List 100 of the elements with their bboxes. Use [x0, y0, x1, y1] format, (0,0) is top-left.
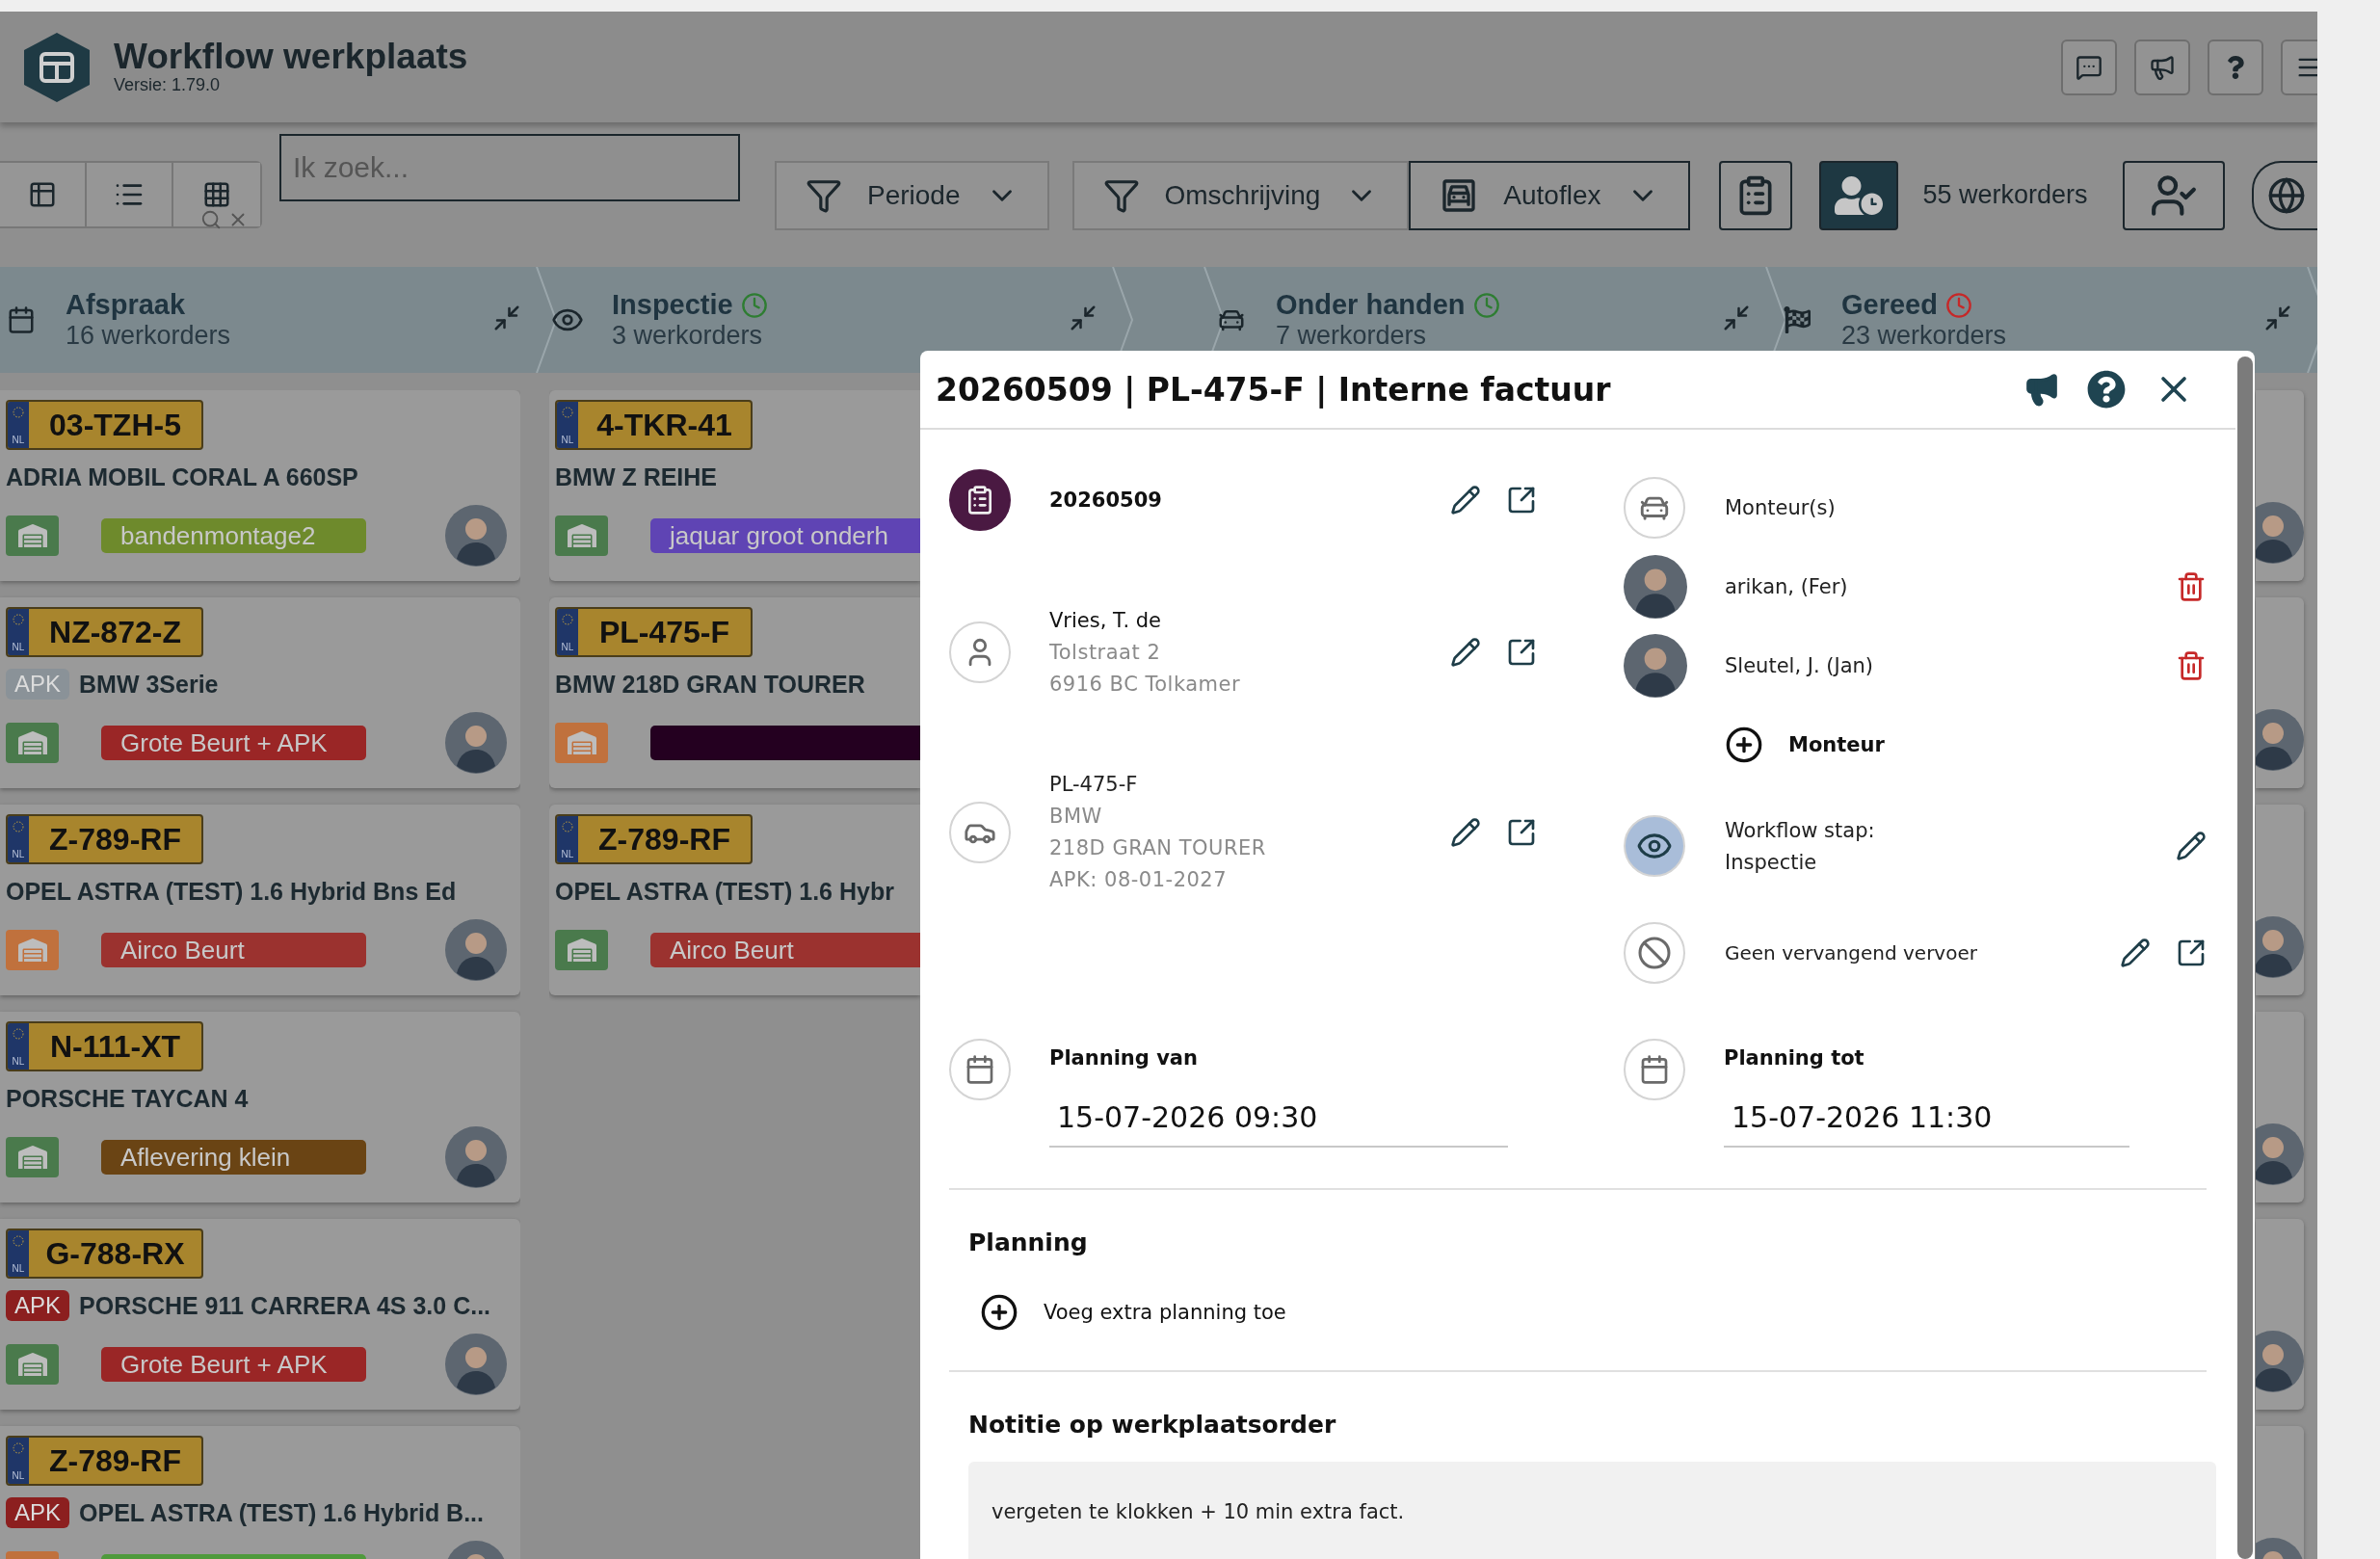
job-tag: Grote Beurt + APK [101, 1347, 366, 1382]
user-clock-button[interactable] [1818, 161, 1898, 230]
planning-label: Planning tot [1724, 1046, 1865, 1070]
workorder-card[interactable] [2256, 597, 2304, 788]
vehicle-model: OPEL ASTRA (TEST) 1.6 Hybrid Bns Ed [6, 877, 457, 906]
list-view-button[interactable] [87, 163, 173, 226]
delete-icon[interactable] [2176, 650, 2207, 681]
vehicle-model: BMW Z REIHE [555, 462, 718, 491]
board-view-button[interactable] [0, 163, 87, 226]
chat-button[interactable] [2061, 39, 2117, 95]
plate-number: Z-789-RF [48, 1442, 182, 1480]
workorder-card[interactable]: NL Z-789-RF OPEL ASTRA (TEST) 1.6 Hybr Airco Beurt [549, 805, 920, 995]
filter-icon [806, 177, 842, 214]
collapse-icon[interactable] [2263, 304, 2292, 332]
country-code: NL [561, 642, 574, 652]
grid-view-button[interactable] [173, 163, 260, 226]
apk-badge: APK [6, 669, 70, 700]
filter-dropdown[interactable]: Omschrijving [1071, 161, 1410, 230]
delete-icon[interactable] [2176, 571, 2207, 602]
grid-icon [202, 180, 231, 209]
apk-badge: APK [6, 1290, 70, 1321]
job-tag: Aflevering klein [101, 1140, 366, 1175]
open-external-icon[interactable] [1506, 485, 1537, 515]
help-button[interactable] [2208, 39, 2263, 95]
scrollbar[interactable] [2237, 357, 2253, 1559]
column-title: Inspectie [612, 289, 733, 321]
workorder-card[interactable]: NL G-788-RX APK PORSCHE 911 CARRERA 4S 3.0 C... Grote Beurt + APK [0, 1219, 520, 1410]
search-field[interactable]: Ik zoek... [279, 134, 740, 201]
country-code: NL [12, 1263, 25, 1274]
add-planning-button[interactable]: Voeg extra planning toe [980, 1293, 1286, 1332]
open-external-icon[interactable] [2176, 938, 2207, 968]
search-icon[interactable] [200, 209, 222, 230]
vehicle-model: PORSCHE 911 CARRERA 4S 3.0 C... [79, 1291, 491, 1320]
workflow-label: Workflow stap: [1725, 818, 1876, 842]
vehicle-model: OPEL ASTRA (TEST) 1.6 Hybr [555, 877, 894, 906]
customer-address: Tolstraat 2 [1049, 641, 1162, 664]
eu-stars-icon [12, 406, 25, 419]
section-title: Planning [968, 1229, 1089, 1256]
workorder-card[interactable]: NL 03-TZH-5 ADRIA MOBIL CORAL A 660SP bandenmontage2 [0, 390, 520, 581]
country-code: NL [12, 435, 25, 445]
eu-stars-icon [12, 1027, 25, 1041]
workorder-card[interactable] [2256, 1012, 2304, 1202]
plate-number: 03-TZH-5 [48, 407, 182, 444]
megaphone-icon[interactable] [2023, 371, 2060, 408]
job-tag: jaquar groot onderh [650, 518, 920, 553]
mechanic-name: Sleutel, J. (Jan) [1725, 654, 1875, 677]
collapse-icon[interactable] [492, 304, 521, 332]
date-field[interactable]: 15-07-2026 09:30 [1049, 1097, 1508, 1148]
filter-dropdown[interactable]: Periode [775, 161, 1049, 230]
app-title: Workflow werkplaats [114, 38, 468, 76]
add-mechanic-button[interactable]: Monteur [1725, 726, 2110, 764]
workorder-card[interactable]: NL 4-TKR-41 BMW Z REIHE jaquar groot onderh [549, 390, 920, 581]
open-external-icon[interactable] [1506, 637, 1537, 668]
plate-number: PL-475-F [597, 614, 731, 651]
workorder-card[interactable] [2256, 390, 2304, 581]
country-code: NL [561, 849, 574, 859]
collapse-icon[interactable] [1722, 304, 1751, 332]
globe-button[interactable] [2251, 161, 2317, 230]
filter-icon [1102, 177, 1140, 214]
announcements-button[interactable] [2134, 39, 2190, 95]
collapse-icon[interactable] [1069, 304, 1097, 332]
edit-icon[interactable] [1450, 637, 1481, 668]
eu-stars-icon [12, 613, 25, 626]
eu-stars-icon [561, 406, 574, 419]
workorder-card[interactable]: NL Z-789-RF APK OPEL ASTRA (TEST) 1.6 Hybrid B... [0, 1426, 520, 1559]
workorder-card[interactable] [2256, 1219, 2304, 1410]
edit-icon[interactable] [1450, 816, 1481, 848]
vehicle-detail: BMW [1049, 805, 1103, 828]
apk-badge: APK [6, 1497, 70, 1528]
eu-stars-icon [561, 613, 574, 626]
workorder-card[interactable]: NL N-111-XT PORSCHE TAYCAN 4 Aflevering klein [0, 1012, 520, 1202]
workorder-card[interactable]: NL PL-475-F BMW 218D GRAN TOURER [549, 597, 920, 788]
eu-stars-icon [12, 820, 25, 833]
country-code: NL [12, 1056, 25, 1067]
job-tag: bandenmontage2 [101, 518, 366, 553]
workorder-card[interactable]: NL NZ-872-Z APK BMW 3Serie Grote Beurt + APK [0, 597, 520, 788]
planning-label: Planning van [1049, 1046, 1199, 1070]
plate-number: 4-TKR-41 [595, 407, 733, 444]
job-tag: Airco Beurt [650, 933, 920, 967]
user-check-button[interactable] [2122, 161, 2225, 230]
workorder-card[interactable] [2256, 805, 2304, 995]
country-code: NL [561, 435, 574, 445]
section-title: Notitie op werkplaatsorder [968, 1411, 1337, 1439]
filter-dropdown[interactable]: Autoflex [1409, 161, 1690, 230]
workflow-value: Inspectie [1725, 850, 1818, 874]
edit-icon[interactable] [1450, 485, 1481, 515]
help-icon[interactable] [2087, 370, 2126, 409]
edit-icon[interactable] [2176, 831, 2207, 861]
workorder-card[interactable]: NL Z-789-RF OPEL ASTRA (TEST) 1.6 Hybrid Bns Ed Airco Beurt [0, 805, 520, 995]
customer-name: Vries, T. de [1049, 609, 1162, 632]
date-field[interactable]: 15-07-2026 11:30 [1724, 1097, 2129, 1148]
column-title: Onder handen [1276, 289, 1466, 321]
mechanic-name: arikan, (Fer) [1725, 575, 1849, 598]
vehicle-model: OPEL ASTRA (TEST) 1.6 Hybrid B... [79, 1498, 484, 1527]
mechanic-avatar [1624, 634, 1687, 698]
column-count: 16 werkorders [66, 321, 231, 351]
column-title: Gereed [1841, 289, 1938, 321]
edit-icon[interactable] [2120, 938, 2151, 968]
clipboard-button[interactable] [1718, 161, 1792, 230]
workorder-count: 55 werkorders [1922, 180, 2088, 210]
